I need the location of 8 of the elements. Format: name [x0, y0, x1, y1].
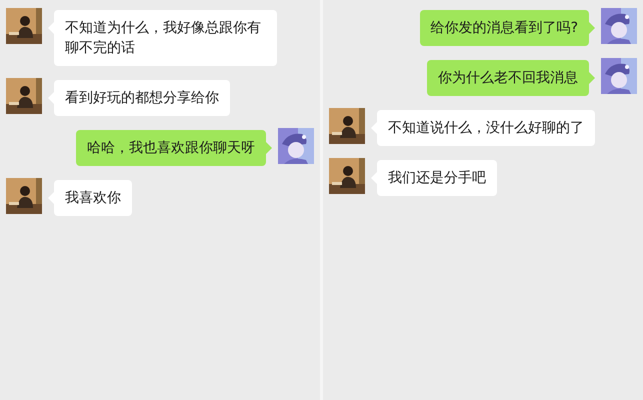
- message-bubble: 我喜欢你: [54, 180, 132, 216]
- message-bubble: 给你发的消息看到了吗?: [420, 10, 589, 46]
- message-bubble: 你为什么老不回我消息: [427, 60, 589, 96]
- message-bubble: 不知道为什么，我好像总跟你有聊不完的话: [54, 10, 278, 66]
- message-bubble: 哈哈，我也喜欢跟你聊天呀: [76, 130, 266, 166]
- message-bubble: 看到好玩的都想分享给你: [54, 80, 230, 116]
- message-bubble: 不知道说什么，没什么好聊的了: [377, 110, 595, 146]
- message-bubble: 我们还是分手吧: [377, 160, 497, 196]
